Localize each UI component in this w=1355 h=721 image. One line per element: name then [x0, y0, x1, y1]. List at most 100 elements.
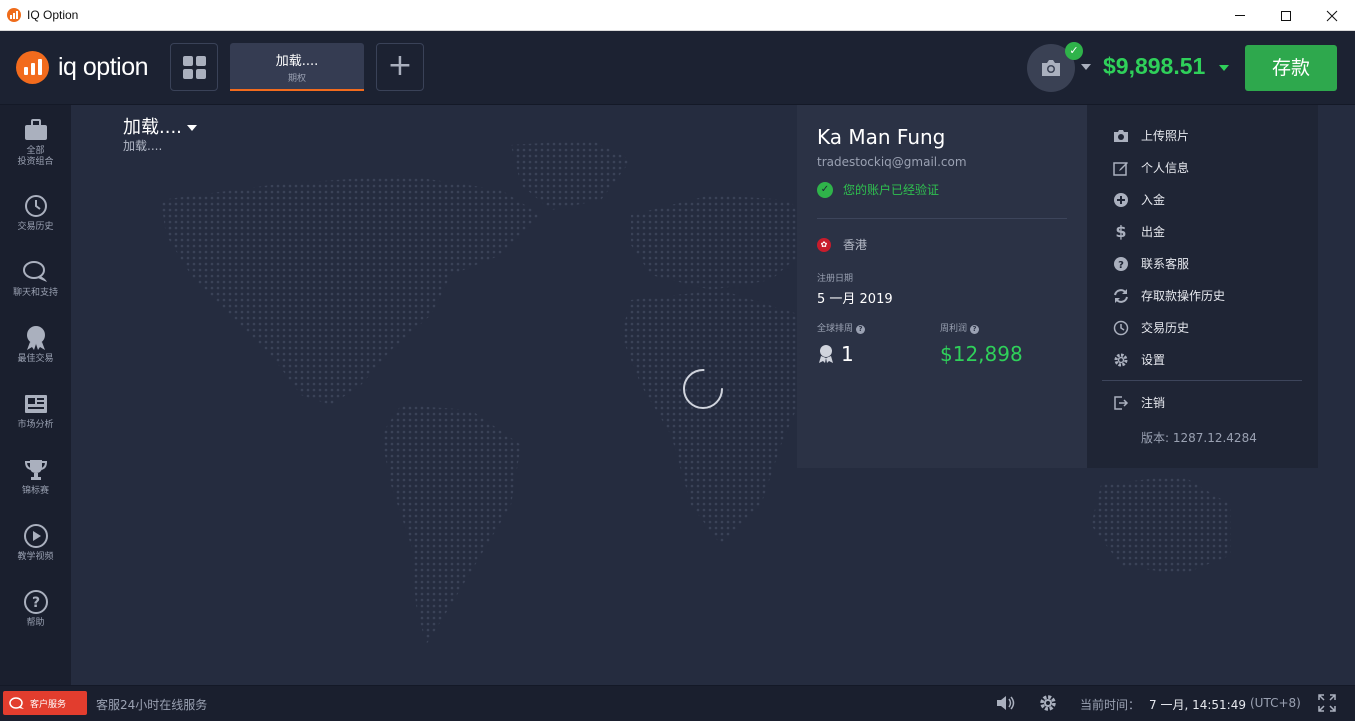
asset-grid-button[interactable]	[170, 43, 218, 91]
sidebar-item-tournaments[interactable]: 锦标赛	[0, 457, 71, 497]
help-icon: ?	[23, 589, 49, 615]
asset-title-text: 加载....	[123, 117, 182, 138]
asset-tab-type: 期权	[287, 74, 306, 84]
divider	[817, 218, 1067, 219]
award-icon	[23, 325, 49, 351]
maximize-button[interactable]	[1263, 0, 1309, 31]
sidebar-label: 聊天和支持	[12, 288, 58, 298]
chat-icon	[22, 259, 49, 285]
profit-label-text: 周利润	[940, 324, 968, 334]
sidebar-item-videos[interactable]: 教学视频	[0, 523, 71, 563]
volume-icon[interactable]	[996, 694, 1016, 712]
chevron-down-icon	[186, 125, 197, 131]
menu-label: 存取款操作历史	[1141, 289, 1226, 303]
refresh-icon	[1113, 288, 1129, 304]
sidebar-label: 市场分析	[17, 420, 54, 430]
sidebar-item-portfolio[interactable]: 全部 投资组合	[0, 117, 71, 168]
newspaper-icon	[23, 391, 49, 417]
brand-logo[interactable]: iq option	[16, 51, 149, 84]
menu-label: 注销	[1141, 396, 1166, 410]
close-icon	[1326, 10, 1338, 21]
menu-item-contact-support[interactable]: ? 联系客服	[1113, 255, 1189, 272]
deposit-button[interactable]: 存款	[1245, 45, 1337, 91]
rank-value: 1	[841, 342, 854, 366]
fullscreen-icon[interactable]	[1318, 694, 1336, 712]
camera-icon	[1042, 60, 1060, 76]
menu-item-withdraw[interactable]: $ 出金	[1113, 222, 1166, 241]
sidebar-item-chat[interactable]: 聊天和支持	[0, 259, 71, 299]
plus-circle-icon	[1113, 192, 1129, 208]
info-icon[interactable]: ?	[970, 325, 980, 334]
support-hours-text: 客服24小时在线服务	[96, 698, 208, 712]
asset-tab-name: 加载....	[275, 54, 319, 69]
menu-label: 设置	[1141, 353, 1166, 367]
timezone: (UTC+8)	[1250, 696, 1301, 710]
sidebar-label: 帮助	[26, 618, 45, 628]
rank-label-text: 全球排周	[817, 324, 854, 334]
profile-email: tradestockiq@gmail.com	[817, 155, 967, 169]
menu-label: 出金	[1141, 225, 1166, 239]
sidebar-label: 全部 投资组合	[17, 146, 54, 167]
history-icon	[23, 193, 49, 219]
gear-icon[interactable]	[1039, 694, 1057, 712]
avatar-dropdown-icon[interactable]	[1081, 64, 1091, 70]
trophy-icon	[23, 457, 49, 483]
menu-item-settings[interactable]: 设置	[1113, 351, 1165, 368]
gear-icon	[1113, 352, 1129, 368]
current-time-label: 当前时间：	[1080, 698, 1141, 712]
menu-item-transaction-history[interactable]: 存取款操作历史	[1113, 287, 1225, 304]
check-circle-icon: ✓	[817, 181, 833, 198]
medal-icon	[819, 345, 833, 363]
global-rank: 1	[817, 342, 854, 366]
balance-dropdown-icon[interactable]	[1219, 65, 1229, 71]
hong-kong-flag-icon: ✿	[817, 237, 831, 252]
verification-text: 您的账户已经验证	[843, 183, 940, 197]
sidebar-item-market-analysis[interactable]: 市场分析	[0, 391, 71, 431]
play-icon	[23, 523, 49, 549]
sidebar-item-help[interactable]: ? 帮助	[0, 589, 71, 629]
account-balance[interactable]: $9,898.51	[1103, 53, 1205, 80]
rank-label: 全球排周?	[817, 321, 866, 334]
grid-icon	[182, 55, 206, 79]
left-sidebar: 全部 投资组合 交易历史 聊天和支持 最佳交易 市场分析 锦标赛 教学视频 ? …	[0, 105, 71, 685]
logo-icon	[16, 51, 49, 84]
profile-name: Ka Man Fung	[817, 125, 946, 149]
camera-icon	[1113, 128, 1129, 144]
chat-bubble-icon	[9, 696, 24, 709]
menu-item-personal-info[interactable]: 个人信息	[1113, 159, 1189, 176]
window-titlebar: IQ Option	[0, 0, 1355, 31]
asset-title[interactable]: 加载....	[123, 113, 197, 139]
menu-item-upload-photo[interactable]: 上传照片	[1113, 127, 1189, 144]
loading-spinner	[683, 369, 723, 409]
history-icon	[1113, 320, 1129, 336]
app-header: iq option 加载.... 期权 + ✓ $9,898.51 存款	[0, 31, 1355, 105]
briefcase-icon	[23, 117, 49, 143]
customer-service-button[interactable]: 客户服务	[3, 691, 87, 715]
info-icon[interactable]: ?	[856, 325, 866, 334]
active-asset-tab[interactable]: 加载.... 期权	[230, 43, 364, 91]
logo-text: iq option	[58, 53, 149, 81]
close-button[interactable]	[1309, 0, 1355, 31]
menu-label: 入金	[1141, 193, 1166, 207]
status-bar: 客户服务 客服24小时在线服务 当前时间： 7 一月, 14:51:49 (UT…	[0, 685, 1355, 721]
svg-text:?: ?	[1118, 260, 1124, 271]
current-time: 7 一月, 14:51:49	[1149, 698, 1246, 712]
asset-subtitle: 加载....	[123, 139, 163, 153]
profit-label: 周利润?	[940, 321, 980, 334]
sidebar-label: 交易历史	[17, 222, 54, 232]
menu-item-trade-history[interactable]: 交易历史	[1113, 319, 1189, 336]
menu-item-deposit[interactable]: 入金	[1113, 191, 1165, 208]
region-text: 香港	[843, 238, 868, 252]
weekly-profit: $12,898	[940, 342, 1023, 366]
sidebar-label: 最佳交易	[17, 354, 54, 364]
divider	[1102, 380, 1302, 381]
add-asset-button[interactable]: +	[376, 43, 424, 91]
sidebar-item-history[interactable]: 交易历史	[0, 193, 71, 233]
logout-icon	[1113, 395, 1129, 411]
minimize-button[interactable]	[1217, 0, 1263, 31]
menu-item-logout[interactable]: 注销	[1113, 394, 1165, 411]
sidebar-item-best-trades[interactable]: 最佳交易	[0, 325, 71, 365]
profile-panel: Ka Man Fung tradestockiq@gmail.com ✓ 您的账…	[797, 105, 1087, 468]
question-circle-icon: ?	[1113, 256, 1129, 272]
registration-label: 注册日期	[817, 274, 854, 284]
